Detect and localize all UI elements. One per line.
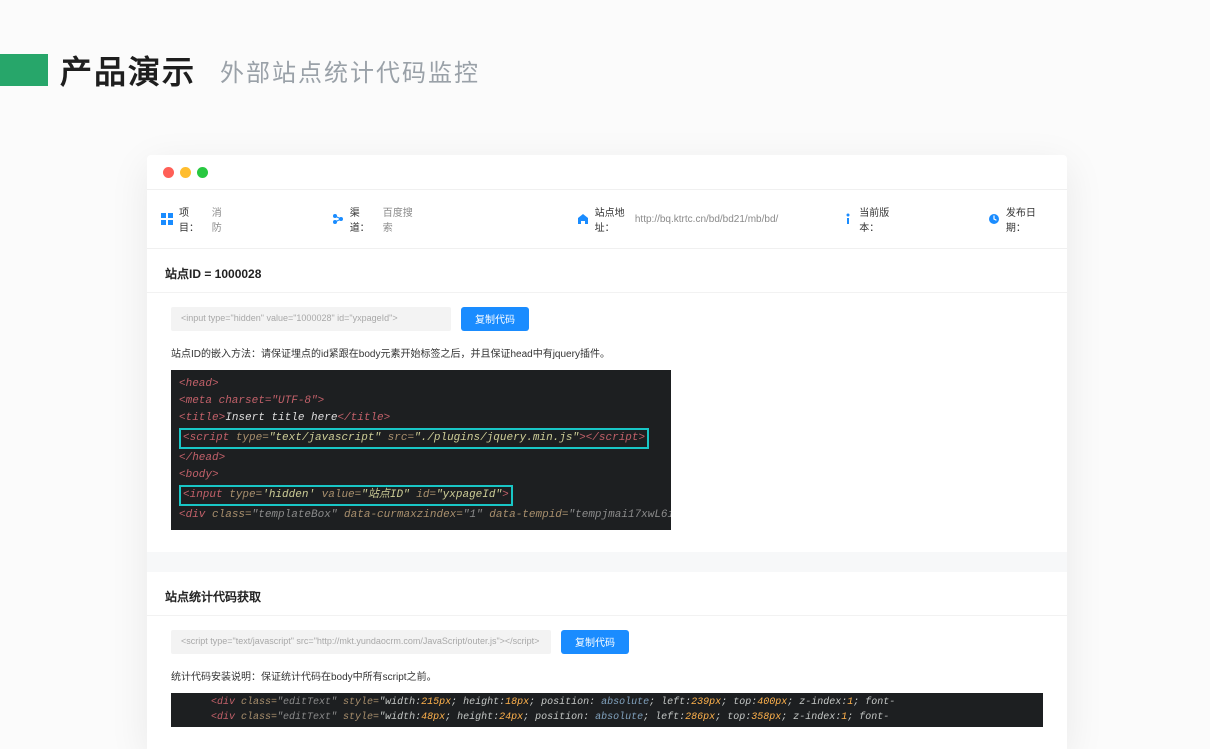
tracking-code-input[interactable]: <script type="text/javascript" src="http… [171, 630, 551, 654]
meta-publish-label: 发布日期： [1006, 204, 1051, 234]
meta-channel-label: 渠道： [350, 204, 377, 234]
clock-icon [988, 213, 1000, 225]
meta-version-label: 当前版本： [859, 204, 904, 234]
section-divider [147, 552, 1067, 572]
grid-icon [161, 213, 173, 225]
site-id-code-input[interactable]: <input type="hidden" value="1000028" id=… [171, 307, 451, 331]
info-icon [843, 213, 853, 225]
meta-bar: 项目： 消防 渠道： 百度搜索 站点地址： http://bq.ktrtc.cn… [147, 189, 1067, 249]
site-id-code-example: <head> <meta charset="UTF-8"> <title>Ins… [171, 370, 671, 530]
window-minimize-icon [180, 167, 191, 178]
slide-title-main: 产品演示 [60, 47, 196, 93]
section-site-id-heading: 站点ID = 1000028 [147, 249, 1067, 293]
window-controls [147, 155, 1067, 189]
tracking-help-text: 统计代码安装说明：保证统计代码在body中所有script之前。 [171, 668, 1043, 683]
accent-block [0, 54, 48, 86]
meta-project: 项目： 消防 [161, 204, 230, 234]
share-icon [332, 213, 344, 225]
meta-site-url-value: http://bq.ktrtc.cn/bd/bd21/mb/bd/ [635, 214, 778, 225]
meta-version: 当前版本： [843, 204, 904, 234]
meta-site-url: 站点地址： http://bq.ktrtc.cn/bd/bd21/mb/bd/ [577, 204, 779, 234]
demo-card: 项目： 消防 渠道： 百度搜索 站点地址： http://bq.ktrtc.cn… [147, 155, 1067, 749]
slide-title-sub: 外部站点统计代码监控 [220, 53, 480, 88]
section-tracking-body: <script type="text/javascript" src="http… [147, 616, 1067, 749]
meta-project-label: 项目： [179, 204, 206, 234]
copy-tracking-button[interactable]: 复制代码 [561, 630, 629, 654]
meta-channel-value: 百度搜索 [383, 204, 419, 234]
meta-channel: 渠道： 百度搜索 [332, 204, 419, 234]
meta-site-url-label: 站点地址： [595, 204, 629, 234]
section-site-id-body: <input type="hidden" value="1000028" id=… [147, 293, 1067, 552]
window-close-icon [163, 167, 174, 178]
window-zoom-icon [197, 167, 208, 178]
tracking-code-example: <div class="editText" style="width:215px… [171, 693, 1043, 727]
slide-header: 产品演示 外部站点统计代码监控 [0, 50, 1210, 90]
copy-site-id-button[interactable]: 复制代码 [461, 307, 529, 331]
section-tracking-heading: 站点统计代码获取 [147, 572, 1067, 616]
meta-project-value: 消防 [212, 204, 230, 234]
site-id-help-text: 站点ID的嵌入方法：请保证埋点的id紧跟在body元素开始标签之后，并且保证he… [171, 345, 1043, 360]
meta-publish-date: 发布日期： [988, 204, 1051, 234]
home-icon [577, 213, 589, 225]
